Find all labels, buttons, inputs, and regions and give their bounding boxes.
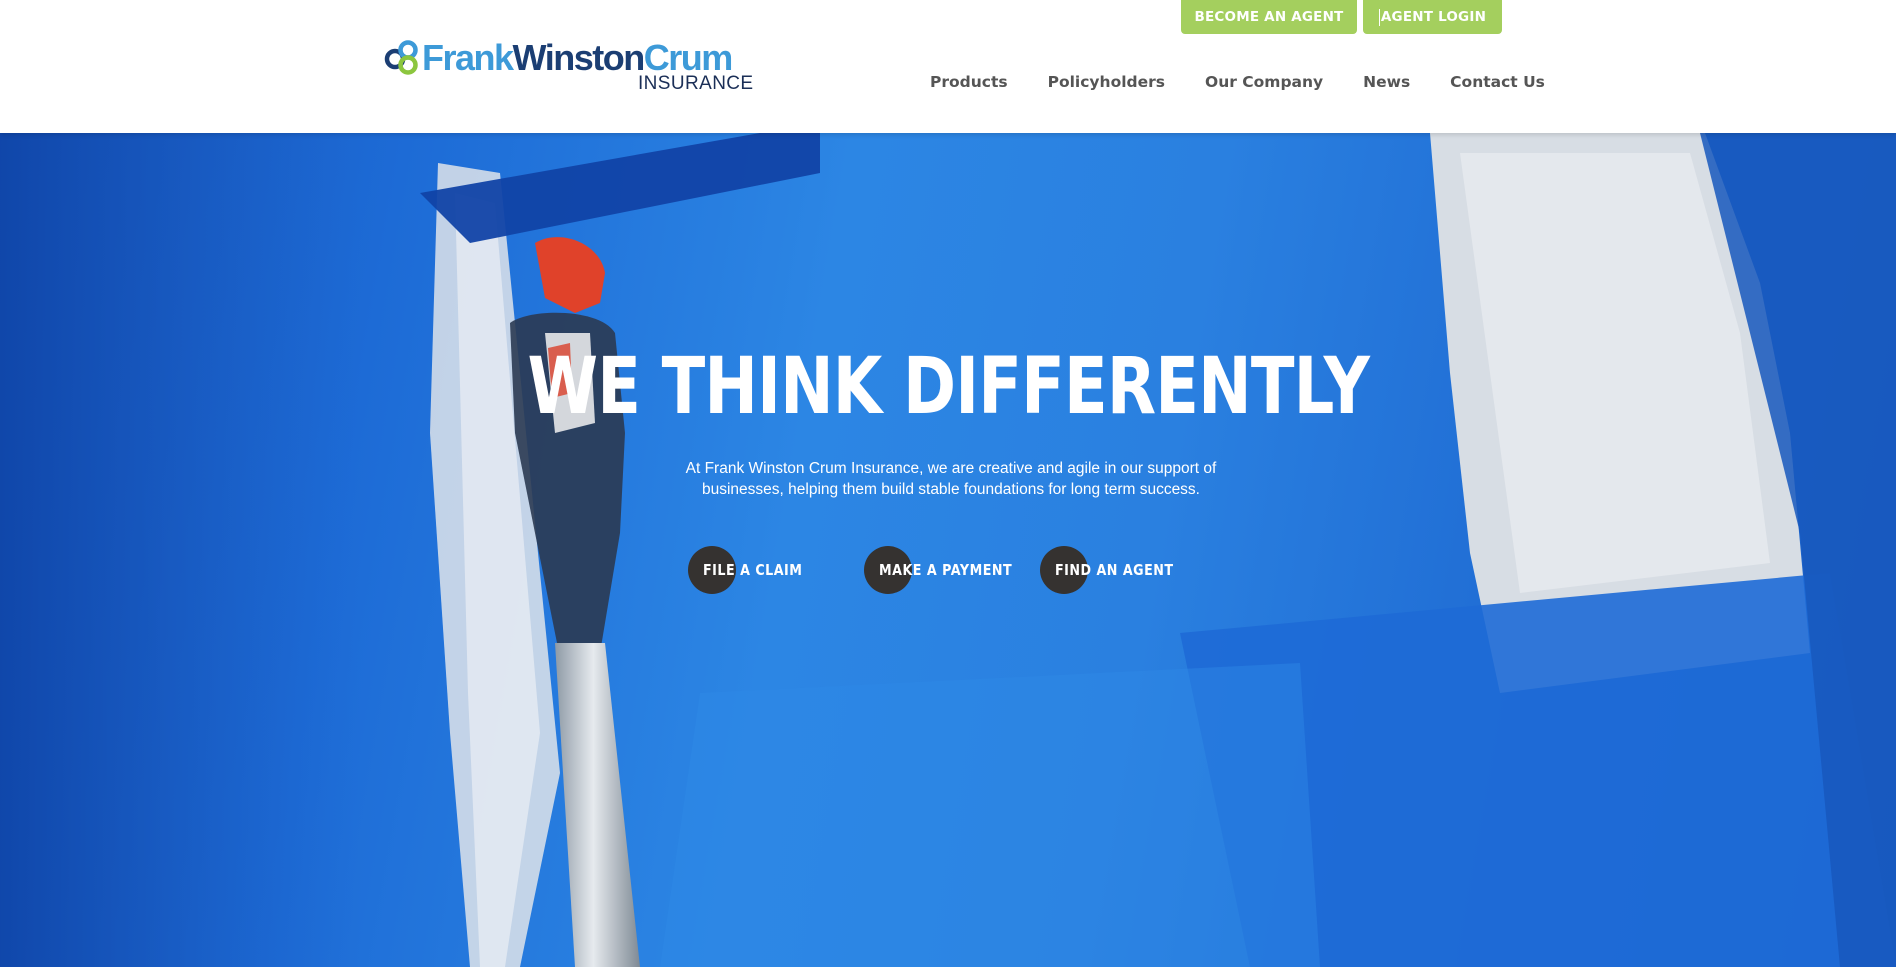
company-logo[interactable]: FrankWinstonCrum INSURANCE [384, 37, 753, 94]
logo-subtitle: INSURANCE [638, 73, 754, 94]
file-a-claim-label: FILE A CLAIM [703, 561, 803, 579]
file-a-claim-button[interactable]: FILE A CLAIM [688, 546, 824, 594]
hero-subtitle: At Frank Winston Crum Insurance, we are … [685, 460, 1217, 498]
nav-item-policyholders[interactable]: Policyholders [1048, 70, 1165, 94]
nav-item-products[interactable]: Products [930, 70, 1008, 94]
nav-item-contact-us[interactable]: Contact Us [1450, 70, 1545, 94]
make-a-payment-label: MAKE A PAYMENT [879, 561, 1013, 579]
make-a-payment-button[interactable]: MAKE A PAYMENT [864, 546, 1041, 594]
agent-login-label: AGENT LOGIN [1380, 9, 1487, 25]
logo-mark-icon [384, 40, 418, 75]
nav-item-news[interactable]: News [1363, 70, 1410, 94]
site-header: FrankWinstonCrum INSURANCE BECOME AN AGE… [0, 0, 1896, 133]
logo-wordmark: FrankWinstonCrum [422, 37, 734, 78]
find-an-agent-button[interactable]: FIND AN AGENT [1040, 546, 1200, 594]
agent-login-button[interactable]: AGENT LOGIN [1363, 0, 1502, 34]
main-nav: Products Policyholders Our Company News … [930, 70, 1545, 94]
find-an-agent-label: FIND AN AGENT [1055, 561, 1174, 579]
logo-word-winston: Winston [512, 37, 646, 78]
hero-title: WE THINK DIFFERENTLY [527, 342, 1370, 432]
logo-word-frank: Frank [422, 37, 514, 78]
logo-word-crum: Crum [643, 37, 734, 78]
text-cursor [1378, 8, 1380, 26]
nav-item-our-company[interactable]: Our Company [1205, 70, 1323, 94]
become-an-agent-button[interactable]: BECOME AN AGENT [1181, 0, 1357, 34]
hero-section: WE THINK DIFFERENTLY At Frank Winston Cr… [0, 133, 1896, 967]
